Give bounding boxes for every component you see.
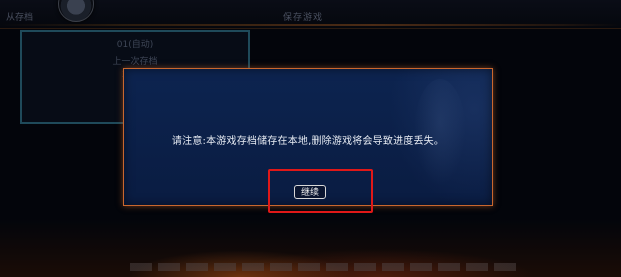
- dialog-message: 请注意:本游戏存档储存在本地,删除游戏将会导致进度丢失。: [171, 136, 445, 147]
- tab-load[interactable]: 从存档: [6, 10, 33, 23]
- top-divider: [0, 24, 621, 26]
- bottom-footer-text: [130, 263, 520, 271]
- tab-save-game[interactable]: 保存游戏: [283, 10, 323, 23]
- slot-title: 01(自动): [116, 40, 154, 50]
- highlight-annotation: [268, 169, 373, 213]
- slot-subtitle: 上一次存档: [112, 57, 158, 67]
